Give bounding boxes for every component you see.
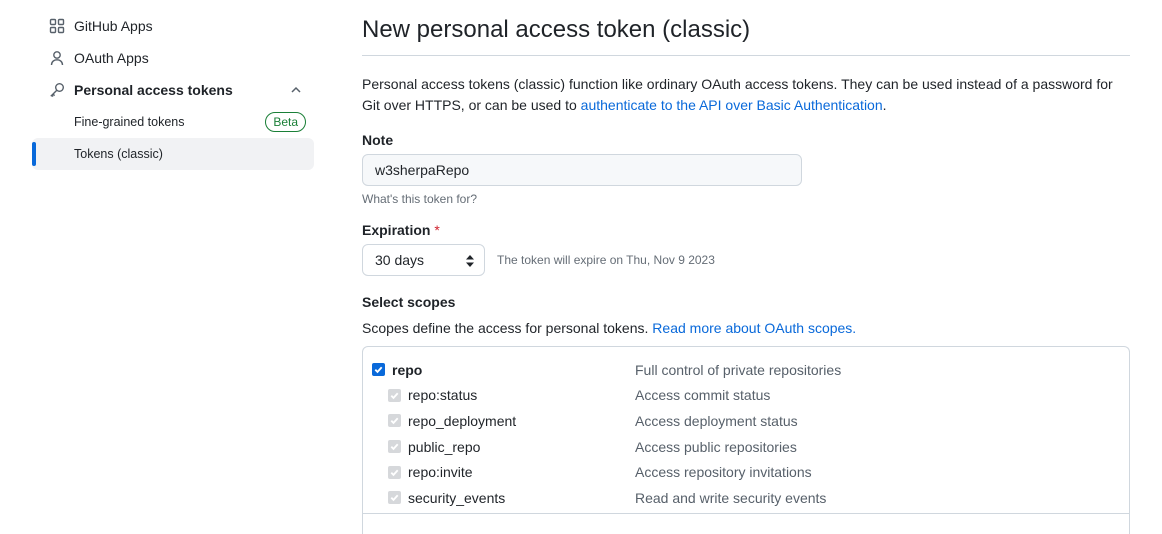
scope-row-public-repo[interactable]: public_repo Access public repositories: [363, 434, 1129, 460]
chevron-up-icon[interactable]: [288, 82, 304, 98]
check-icon: [390, 494, 399, 502]
sidebar-item-label: Personal access tokens: [74, 82, 233, 98]
intro-end: .: [882, 97, 887, 113]
sidebar-item-personal-access-tokens[interactable]: Personal access tokens: [32, 74, 314, 106]
scope-description: Read and write security events: [635, 489, 827, 506]
scope-description: Access repository invitations: [635, 464, 812, 481]
expiration-row: 30 days The token will expire on Thu, No…: [362, 244, 1130, 276]
sidebar-item-label: OAuth Apps: [74, 50, 149, 66]
page-title: New personal access token (classic): [362, 16, 1130, 56]
key-icon: [48, 81, 66, 99]
scope-checkbox[interactable]: [388, 465, 401, 479]
scope-description: Access commit status: [635, 387, 771, 404]
active-indicator: [32, 142, 36, 166]
scope-name: security_events: [408, 489, 506, 506]
apps-grid-icon: [48, 17, 66, 35]
scopes-desc-text: Scopes define the access for personal to…: [362, 320, 649, 336]
basic-auth-link[interactable]: authenticate to the API over Basic Authe…: [581, 97, 883, 113]
sidebar-subitem-fine-grained-tokens[interactable]: Fine-grained tokens Beta: [32, 106, 314, 138]
select-arrows-icon: [466, 255, 474, 267]
scope-checkbox[interactable]: [388, 388, 401, 402]
sidebar-item-oauth-apps[interactable]: OAuth Apps: [32, 42, 314, 74]
note-input[interactable]: [362, 154, 802, 186]
sidebar-subitem-label: Fine-grained tokens: [74, 115, 185, 129]
sidebar-subitem-label: Tokens (classic): [74, 147, 163, 161]
check-icon: [390, 392, 399, 400]
scope-name: repo:status: [408, 387, 478, 404]
scope-checkbox[interactable]: [388, 491, 401, 505]
required-marker: *: [434, 222, 440, 238]
scopes-list: repo Full control of private repositorie…: [362, 346, 1130, 534]
scope-row-security-events[interactable]: security_events Read and write security …: [363, 485, 1129, 511]
expiration-label-text: Expiration: [362, 222, 431, 238]
check-icon: [374, 366, 383, 374]
person-icon: [48, 49, 66, 67]
scope-description: Access public repositories: [635, 438, 797, 455]
scope-checkbox[interactable]: [388, 440, 401, 454]
scope-row-repo-invite[interactable]: repo:invite Access repository invitation…: [363, 459, 1129, 485]
check-icon: [390, 418, 399, 425]
check-icon: [390, 443, 399, 451]
beta-badge: Beta: [265, 112, 306, 132]
oauth-scopes-link[interactable]: Read more about OAuth scopes.: [652, 320, 856, 336]
scope-row-repo-deployment[interactable]: repo_deployment Access deployment status: [363, 408, 1129, 434]
scope-description: Access deployment status: [635, 412, 798, 429]
expiration-select[interactable]: 30 days: [362, 244, 485, 276]
intro-text: Personal access tokens (classic) functio…: [362, 74, 1130, 116]
note-label: Note: [362, 132, 394, 148]
settings-sidebar: GitHub Apps OAuth Apps Personal access t…: [32, 10, 314, 170]
scopes-label: Select scopes: [362, 294, 456, 310]
sidebar-item-github-apps[interactable]: GitHub Apps: [32, 10, 314, 42]
scope-row-repo[interactable]: repo Full control of private repositorie…: [363, 357, 1129, 383]
scope-description: Full control of private repositories: [635, 361, 842, 378]
scope-group-divider: [363, 513, 1129, 514]
check-icon: [390, 469, 399, 476]
scope-name: repo: [392, 361, 423, 378]
note-hint: What's this token for?: [362, 192, 478, 206]
scope-name: public_repo: [408, 438, 481, 455]
scopes-description: Scopes define the access for personal to…: [362, 320, 1130, 336]
scope-name: repo:invite: [408, 464, 473, 481]
expiration-label: Expiration *: [362, 222, 1130, 238]
expiration-note: The token will expire on Thu, Nov 9 2023: [497, 253, 715, 267]
expiration-selected-value: 30 days: [375, 252, 425, 268]
sidebar-subitem-tokens-classic[interactable]: Tokens (classic): [32, 138, 314, 170]
scope-name: repo_deployment: [408, 412, 517, 429]
scope-checkbox[interactable]: [388, 414, 401, 428]
scope-row-repo-status[interactable]: repo:status Access commit status: [363, 383, 1129, 409]
main-content: New personal access token (classic) Pers…: [362, 0, 1130, 534]
sidebar-item-label: GitHub Apps: [74, 18, 153, 34]
scope-checkbox[interactable]: [372, 363, 385, 377]
